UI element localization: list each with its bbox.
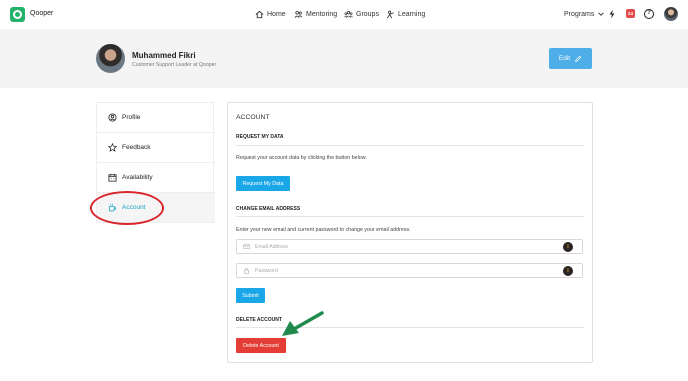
pencil-icon [575, 55, 582, 62]
annotation-circle [90, 191, 164, 225]
request-data-description: Request your account data by clicking th… [236, 155, 367, 161]
programs-label: Programs [564, 10, 595, 18]
nav-mentoring[interactable]: Mentoring [294, 10, 337, 19]
user-avatar[interactable] [664, 7, 678, 21]
groups-icon [344, 11, 353, 18]
email-placeholder: Email Address [255, 243, 289, 250]
sidebar-item-label: Availability [122, 174, 153, 181]
notification-badge[interactable]: 24 [626, 9, 635, 18]
edit-label: Edit [558, 55, 571, 62]
mentoring-icon [294, 10, 303, 18]
divider [236, 216, 584, 217]
submit-button[interactable]: Submit [236, 288, 265, 303]
sidebar-item-feedback[interactable]: Feedback [97, 133, 215, 163]
delete-account-heading: DELETE ACCOUNT [236, 317, 282, 323]
password-placeholder: Password [255, 267, 278, 274]
change-email-heading: CHANGE EMAIL ADDRESS [236, 206, 301, 212]
top-navbar: Qooper Home Mentoring Groups Learning Pr… [0, 0, 688, 29]
lightning-icon[interactable] [607, 9, 617, 19]
sidebar-item-profile[interactable]: Profile [97, 103, 215, 133]
edit-profile-button[interactable]: Edit [549, 48, 592, 69]
home-icon [255, 10, 264, 19]
chevron-down-icon [598, 12, 605, 16]
password-field[interactable]: Password i [236, 263, 583, 278]
request-my-data-button[interactable]: Request My Data [236, 176, 290, 191]
account-title: ACCOUNT [236, 114, 270, 121]
change-email-description: Enter your new email and current passwor… [236, 227, 411, 233]
nav-home-label: Home [267, 11, 286, 18]
lock-icon [244, 267, 249, 274]
sidebar-item-label: Feedback [122, 144, 151, 151]
nav-groups[interactable]: Groups [344, 10, 379, 19]
nav-learning-label: Learning [398, 11, 426, 18]
profile-name: Muhammed Fikri [132, 51, 196, 60]
mail-icon [243, 244, 250, 249]
profile-avatar [96, 44, 125, 73]
help-icon[interactable]: ? [644, 9, 654, 19]
qooper-logo-icon[interactable] [10, 7, 25, 22]
star-icon [108, 143, 117, 152]
email-field[interactable]: Email Address i [236, 239, 583, 254]
nav-home[interactable]: Home [255, 10, 286, 19]
nav-learning[interactable]: Learning [386, 10, 425, 19]
profile-role: Customer Support Leader at Qooper [132, 62, 217, 68]
app-name[interactable]: Qooper [30, 10, 53, 17]
learning-icon [387, 10, 394, 19]
nav-groups-label: Groups [356, 11, 379, 18]
request-data-heading: REQUEST MY DATA [236, 134, 284, 140]
delete-account-button[interactable]: Delete Account [236, 338, 286, 353]
password-manager-icon[interactable]: i [563, 266, 573, 276]
sidebar-item-label: Profile [122, 114, 141, 121]
divider [236, 145, 584, 146]
programs-dropdown[interactable]: Programs [564, 10, 605, 18]
annotation-arrow-icon [282, 311, 324, 336]
nav-mentoring-label: Mentoring [306, 11, 338, 18]
calendar-icon [108, 173, 117, 182]
user-circle-icon [108, 113, 117, 122]
password-manager-icon[interactable]: i [563, 242, 573, 252]
sidebar-item-availability[interactable]: Availability [97, 163, 215, 193]
